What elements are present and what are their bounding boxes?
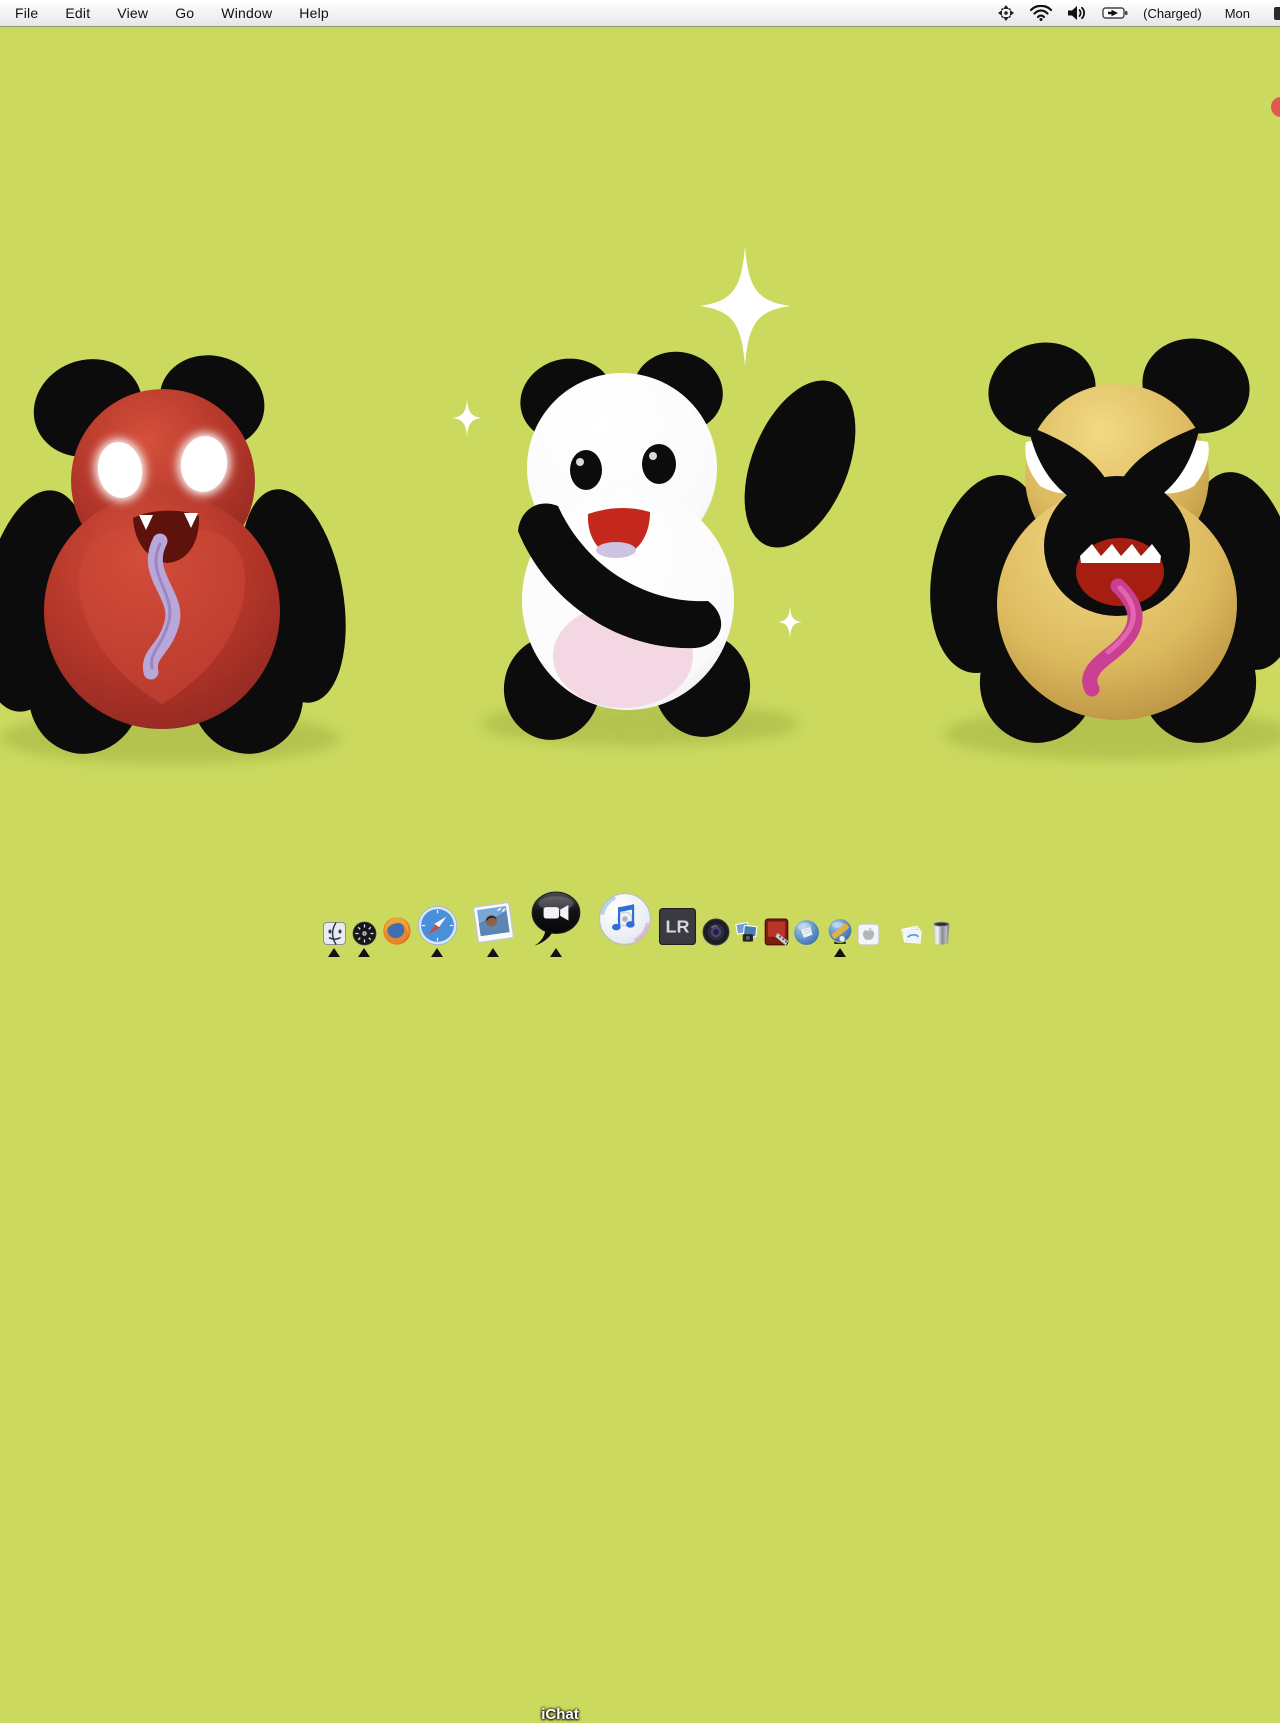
- running-indicator: [834, 948, 846, 957]
- dock-item-firefox[interactable]: [382, 916, 412, 946]
- red-media-icon: [763, 918, 790, 947]
- camera-lens-icon: [702, 918, 730, 946]
- dashboard-icon: [352, 921, 377, 946]
- battery-icon[interactable]: [1102, 6, 1128, 20]
- white-waving-panda-illustration: [497, 344, 877, 747]
- dock-item-globe-utility-app[interactable]: [827, 918, 853, 946]
- dock-item-documents-stack[interactable]: [898, 921, 925, 946]
- menu-bar-clock[interactable]: Mon: [1225, 6, 1250, 21]
- dock-item-globe-paper-app[interactable]: [793, 919, 820, 946]
- finder-icon: [322, 921, 347, 946]
- photo-collage-icon: [733, 919, 760, 946]
- menu-edit[interactable]: Edit: [65, 0, 90, 26]
- menu-go[interactable]: Go: [175, 0, 194, 26]
- dock-tooltip-ichat: iChat: [460, 1706, 660, 1723]
- menu-window[interactable]: Window: [221, 0, 272, 26]
- lightroom-icon: LR: [658, 907, 697, 946]
- documents-stack-icon: [898, 921, 925, 946]
- battery-status-label[interactable]: (Charged): [1143, 6, 1202, 21]
- dock: iChat: [0, 840, 1280, 960]
- dock-item-ichat[interactable]: [530, 890, 582, 948]
- menu-help[interactable]: Help: [299, 0, 329, 26]
- menu-view[interactable]: View: [117, 0, 148, 26]
- clipped-menu-glyph: [1274, 7, 1280, 20]
- iphoto-icon: [470, 899, 517, 946]
- itunes-icon: [598, 892, 652, 946]
- safari-icon: [417, 905, 458, 946]
- dock-item-dashboard[interactable]: [352, 921, 377, 946]
- dock-item-apple-box-app[interactable]: [857, 923, 880, 946]
- dock-item-finder[interactable]: [322, 921, 347, 946]
- running-indicator: [328, 948, 340, 957]
- dock-item-itunes[interactable]: [598, 892, 652, 946]
- desktop[interactable]: [0, 26, 1280, 960]
- menu-bar-status: (Charged) Mon: [997, 4, 1280, 22]
- running-indicator: [550, 948, 562, 957]
- menu-bar: File Edit View Go Window Help: [0, 0, 1280, 27]
- ichat-icon: [530, 890, 582, 948]
- dock-item-red-media-app[interactable]: [763, 918, 790, 947]
- running-indicator: [431, 948, 443, 957]
- running-indicator: [358, 948, 370, 957]
- dock-item-trash[interactable]: [930, 919, 953, 946]
- dock-item-camera-lens-app[interactable]: [702, 918, 730, 946]
- red-devil-panda-illustration: [0, 342, 361, 764]
- menu-file[interactable]: File: [15, 0, 38, 26]
- volume-icon[interactable]: [1067, 5, 1087, 21]
- dock-item-photo-collage-app[interactable]: [733, 919, 760, 946]
- dock-item-lightroom[interactable]: LR: [658, 907, 697, 946]
- firefox-icon: [382, 916, 412, 946]
- four-way-arrows-icon[interactable]: [997, 4, 1015, 22]
- globe-utility-icon: [827, 918, 853, 946]
- svg-text:LR: LR: [666, 917, 690, 937]
- apple-logo-box-icon: [857, 923, 880, 946]
- running-indicator: [487, 948, 499, 957]
- trash-icon: [930, 919, 953, 946]
- wallpaper-pandas-illustration: [0, 26, 1280, 960]
- dock-item-iphoto[interactable]: [470, 899, 517, 946]
- wifi-icon[interactable]: [1030, 5, 1052, 21]
- red-notification-dot: [1271, 97, 1280, 117]
- globe-paper-icon: [793, 919, 820, 946]
- dock-item-safari[interactable]: [417, 905, 458, 946]
- gold-angry-panda-illustration: [915, 327, 1280, 753]
- menu-bar-menus: File Edit View Go Window Help: [0, 0, 329, 26]
